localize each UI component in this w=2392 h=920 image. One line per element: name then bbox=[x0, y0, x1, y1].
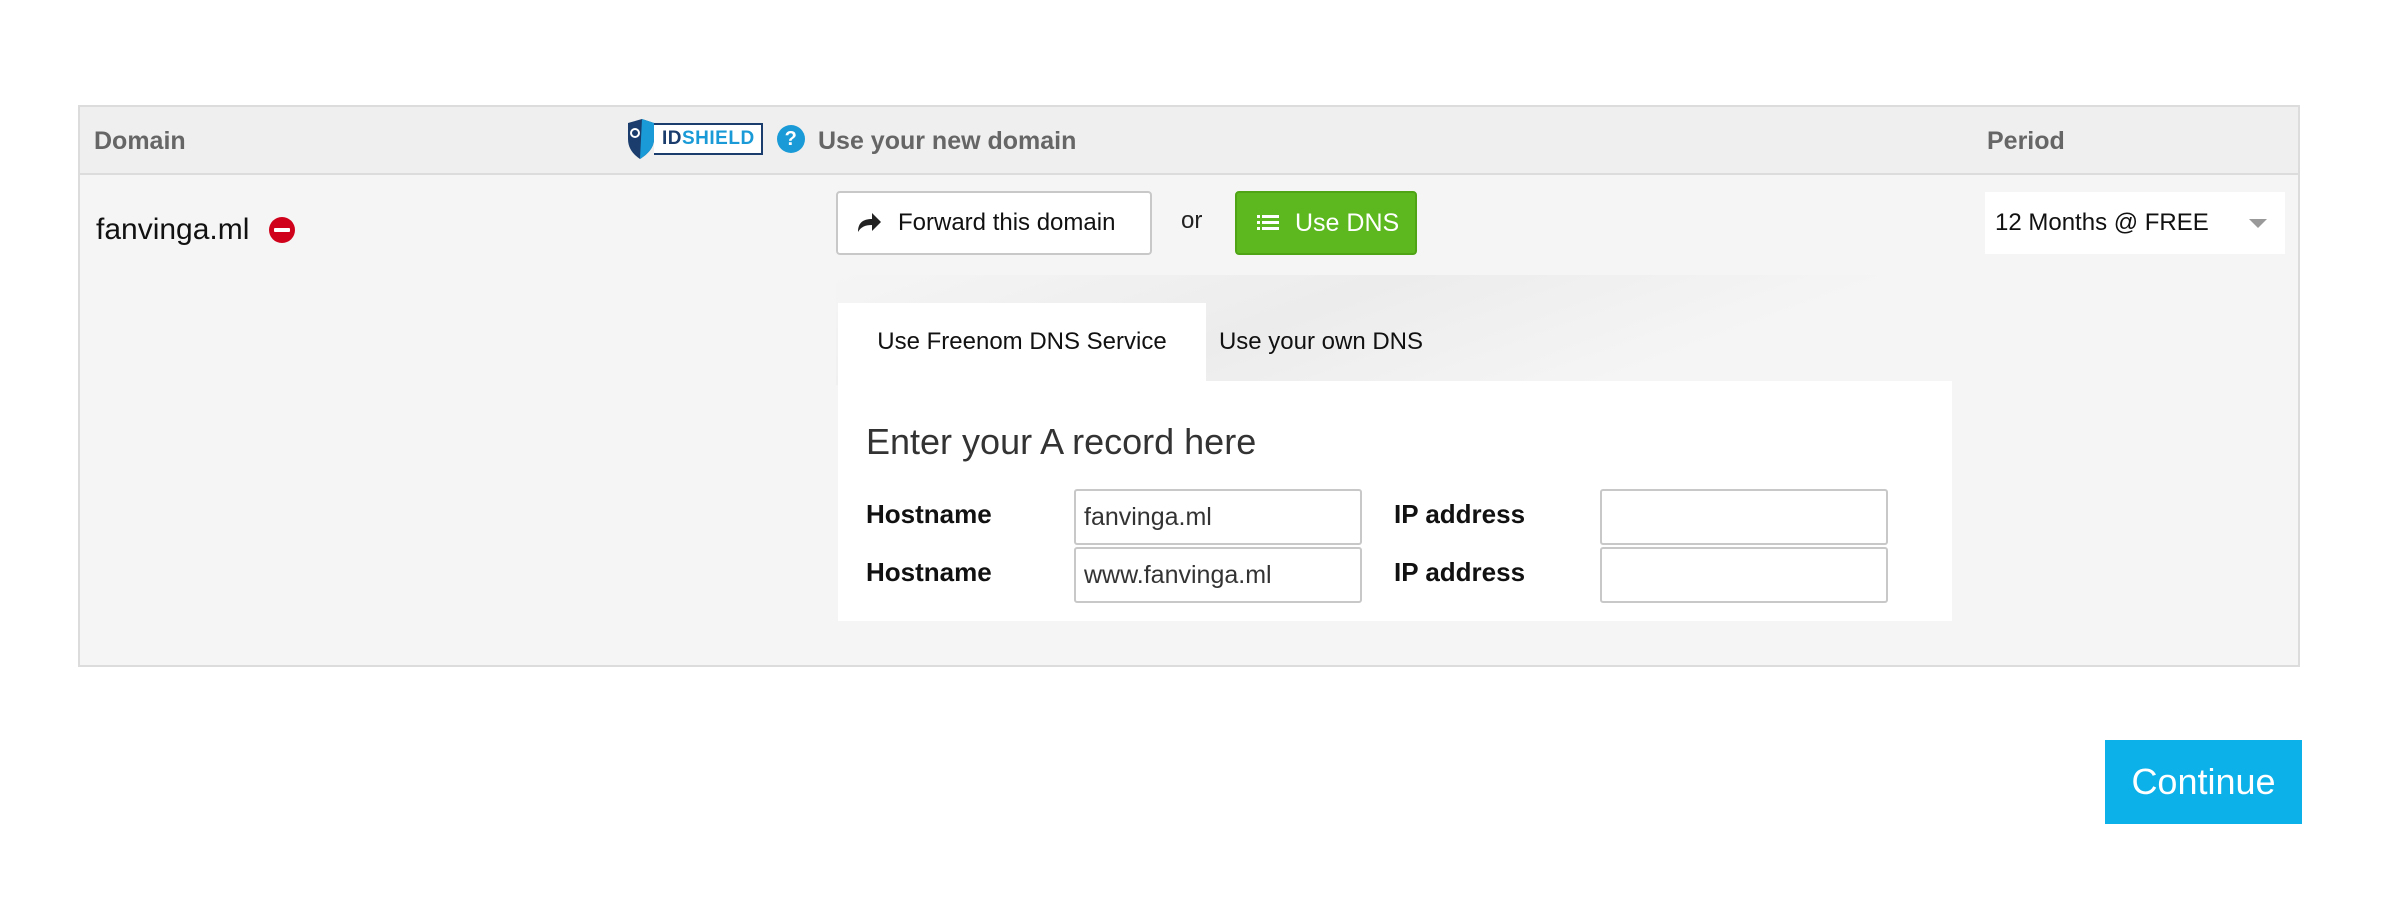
continue-button[interactable]: Continue bbox=[2105, 740, 2302, 824]
header-domain: Domain bbox=[94, 127, 186, 155]
tab-own-dns[interactable]: Use your own DNS bbox=[1206, 303, 1436, 381]
a-record-panel: Enter your A record here Hostname IP add… bbox=[838, 381, 1952, 621]
ip-address-input-2[interactable] bbox=[1600, 547, 1888, 603]
tab-freenom-dns[interactable]: Use Freenom DNS Service bbox=[838, 303, 1206, 381]
forward-domain-label: Forward this domain bbox=[898, 209, 1116, 236]
domain-name: fanvinga.ml bbox=[96, 213, 250, 246]
or-separator: or bbox=[1181, 207, 1203, 234]
header-use-domain: Use your new domain bbox=[818, 127, 1077, 155]
table-header: Domain ID SHIELD ? Use your new domain Pe… bbox=[80, 107, 2298, 175]
header-period: Period bbox=[1987, 127, 2065, 155]
help-icon[interactable]: ? bbox=[776, 125, 805, 153]
hostname-input-1[interactable] bbox=[1074, 489, 1362, 545]
forward-domain-button[interactable]: Forward this domain bbox=[836, 191, 1152, 255]
idshield-logo-icon: ID SHIELD bbox=[624, 119, 763, 159]
ip-address-input-1[interactable] bbox=[1600, 489, 1888, 545]
domain-table: Domain ID SHIELD ? Use your new domain Pe… bbox=[78, 105, 2300, 667]
hostname-input-2[interactable] bbox=[1074, 547, 1362, 603]
forward-arrow-icon bbox=[856, 212, 882, 234]
idshield-shield-text: SHIELD bbox=[682, 128, 755, 149]
ip-address-label: IP address bbox=[1394, 499, 1526, 529]
use-dns-button[interactable]: Use DNS bbox=[1235, 191, 1417, 255]
ip-address-label: IP address bbox=[1394, 557, 1526, 587]
record-title: Enter your A record here bbox=[866, 421, 1257, 462]
domain-cell: fanvinga.ml bbox=[96, 213, 296, 247]
idshield-badge: ID SHIELD ? bbox=[624, 119, 805, 159]
idshield-id-text: ID bbox=[662, 128, 682, 149]
hostname-label: Hostname bbox=[866, 499, 992, 529]
remove-icon[interactable] bbox=[269, 217, 296, 243]
chevron-down-icon bbox=[2249, 219, 2267, 228]
use-dns-label: Use DNS bbox=[1295, 208, 1400, 237]
period-value: 12 Months @ FREE bbox=[1995, 209, 2209, 236]
list-icon bbox=[1257, 214, 1279, 232]
period-select[interactable]: 12 Months @ FREE bbox=[1985, 192, 2285, 254]
hostname-label: Hostname bbox=[866, 557, 992, 587]
